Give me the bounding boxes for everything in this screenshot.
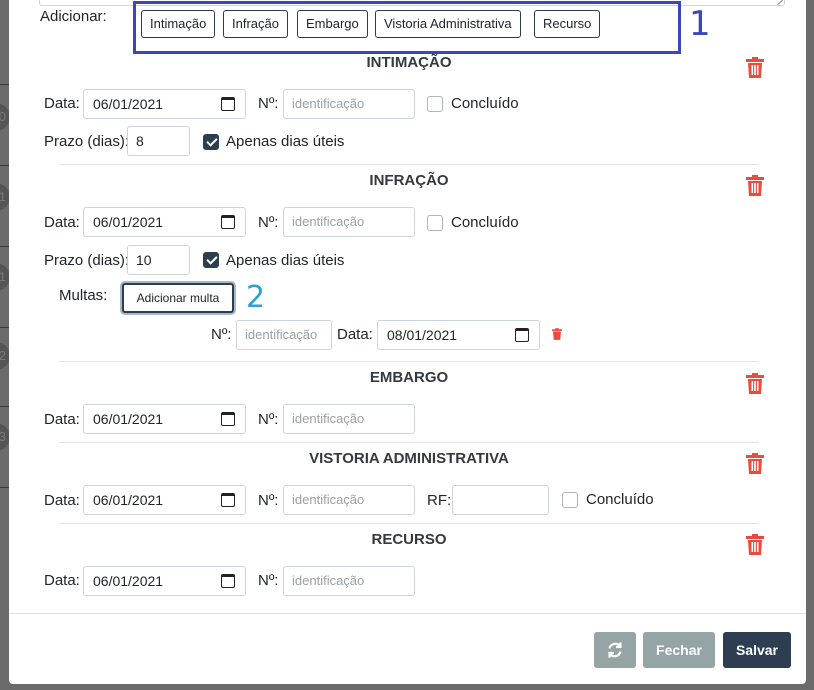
annotation-number-2: 2 [246,280,266,315]
trash-icon[interactable] [746,175,764,196]
footer-divider [9,613,806,614]
section-divider [59,523,759,524]
section-divider [59,442,759,443]
vistoria-concluido-checkbox[interactable] [562,492,578,508]
prazo-label: Prazo (dias): [44,252,130,269]
date-label: Data: [337,326,373,343]
dias-uteis-label: Apenas dias úteis [226,252,345,269]
date-value: 06/01/2021 [93,492,164,508]
concluido-label: Concluído [451,95,519,112]
numero-label: Nº: [258,95,279,112]
intimacao-concluido-checkbox[interactable] [427,96,443,112]
date-label: Data: [44,411,80,428]
vistoria-numero-input[interactable]: identificação [283,485,415,515]
add-multa-button[interactable]: Adicionar multa [122,283,234,313]
add-embargo-button[interactable]: Embargo [297,10,368,38]
intimacao-numero-input[interactable]: identificação [283,89,415,119]
date-label: Data: [44,95,80,112]
multas-label: Multas: [59,287,108,304]
trash-icon[interactable] [746,453,764,474]
numero-label: Nº: [211,326,232,343]
section-title-recurso: RECURSO [371,531,447,548]
adicionar-label: Adicionar: [40,8,107,25]
date-value: 06/01/2021 [93,411,164,427]
section-title-intimacao: INTIMAÇÃO [366,54,452,71]
infracao-dias-uteis-checkbox[interactable] [203,252,219,268]
section-title-infracao: INFRAÇÃO [369,172,449,189]
add-recurso-button[interactable]: Recurso [534,10,601,38]
resize-grip-icon[interactable] [777,0,783,5]
numero-label: Nº: [258,214,279,231]
infracao-date-input[interactable]: 06/01/2021 [83,207,246,237]
calendar-icon[interactable] [221,412,235,426]
concluido-label: Concluído [451,214,519,231]
infracao-numero-input[interactable]: identificação [283,207,415,237]
numero-label: Nº: [258,492,279,509]
annotation-number-1: 1 [689,4,711,44]
multa-date-input[interactable]: 08/01/2021 [377,320,540,350]
rf-label: RF: [427,492,452,509]
refresh-button[interactable] [594,632,636,668]
section-title-vistoria: VISTORIA ADMINISTRATIVA [309,450,509,467]
multa-numero-input[interactable]: identificação [236,320,332,350]
recurso-date-input[interactable]: 06/01/2021 [83,566,246,596]
calendar-icon[interactable] [221,215,235,229]
date-value: 08/01/2021 [387,327,458,343]
trash-icon[interactable] [746,57,764,78]
refresh-icon [608,642,622,658]
calendar-icon[interactable] [221,97,235,111]
close-button[interactable]: Fechar [643,632,715,668]
save-button[interactable]: Salvar [723,632,791,668]
add-infracao-button[interactable]: Infração [223,10,288,38]
trash-icon[interactable] [746,534,764,555]
numero-label: Nº: [258,411,279,428]
modal-dialog: Adicionar: 1 Intimação Infração Embargo … [9,0,806,684]
date-label: Data: [44,572,80,589]
calendar-icon[interactable] [221,574,235,588]
embargo-date-input[interactable]: 06/01/2021 [83,404,246,434]
date-label: Data: [44,492,80,509]
section-divider [59,164,759,165]
intimacao-dias-uteis-checkbox[interactable] [203,134,219,150]
date-value: 06/01/2021 [93,214,164,230]
intimacao-date-input[interactable]: 06/01/2021 [83,89,246,119]
recurso-numero-input[interactable]: identificação [283,566,415,596]
infracao-prazo-input[interactable]: 10 [127,245,190,275]
trash-icon[interactable] [552,328,562,340]
concluido-label: Concluído [586,491,654,508]
intimacao-prazo-input[interactable]: 8 [127,126,190,156]
infracao-concluido-checkbox[interactable] [427,215,443,231]
date-label: Data: [44,214,80,231]
section-divider [59,361,759,362]
date-value: 06/01/2021 [93,573,164,589]
add-vistoria-button[interactable]: Vistoria Administrativa [375,10,521,38]
section-title-embargo: EMBARGO [369,369,449,386]
vistoria-date-input[interactable]: 06/01/2021 [83,485,246,515]
vistoria-rf-input[interactable] [452,485,549,515]
calendar-icon[interactable] [515,328,529,342]
numero-label: Nº: [258,572,279,589]
calendar-icon[interactable] [221,493,235,507]
prazo-label: Prazo (dias): [44,133,130,150]
dias-uteis-label: Apenas dias úteis [226,133,345,150]
embargo-numero-input[interactable]: identificação [283,404,415,434]
trash-icon[interactable] [746,373,764,394]
add-intimacao-button[interactable]: Intimação [141,10,216,38]
date-value: 06/01/2021 [93,96,164,112]
